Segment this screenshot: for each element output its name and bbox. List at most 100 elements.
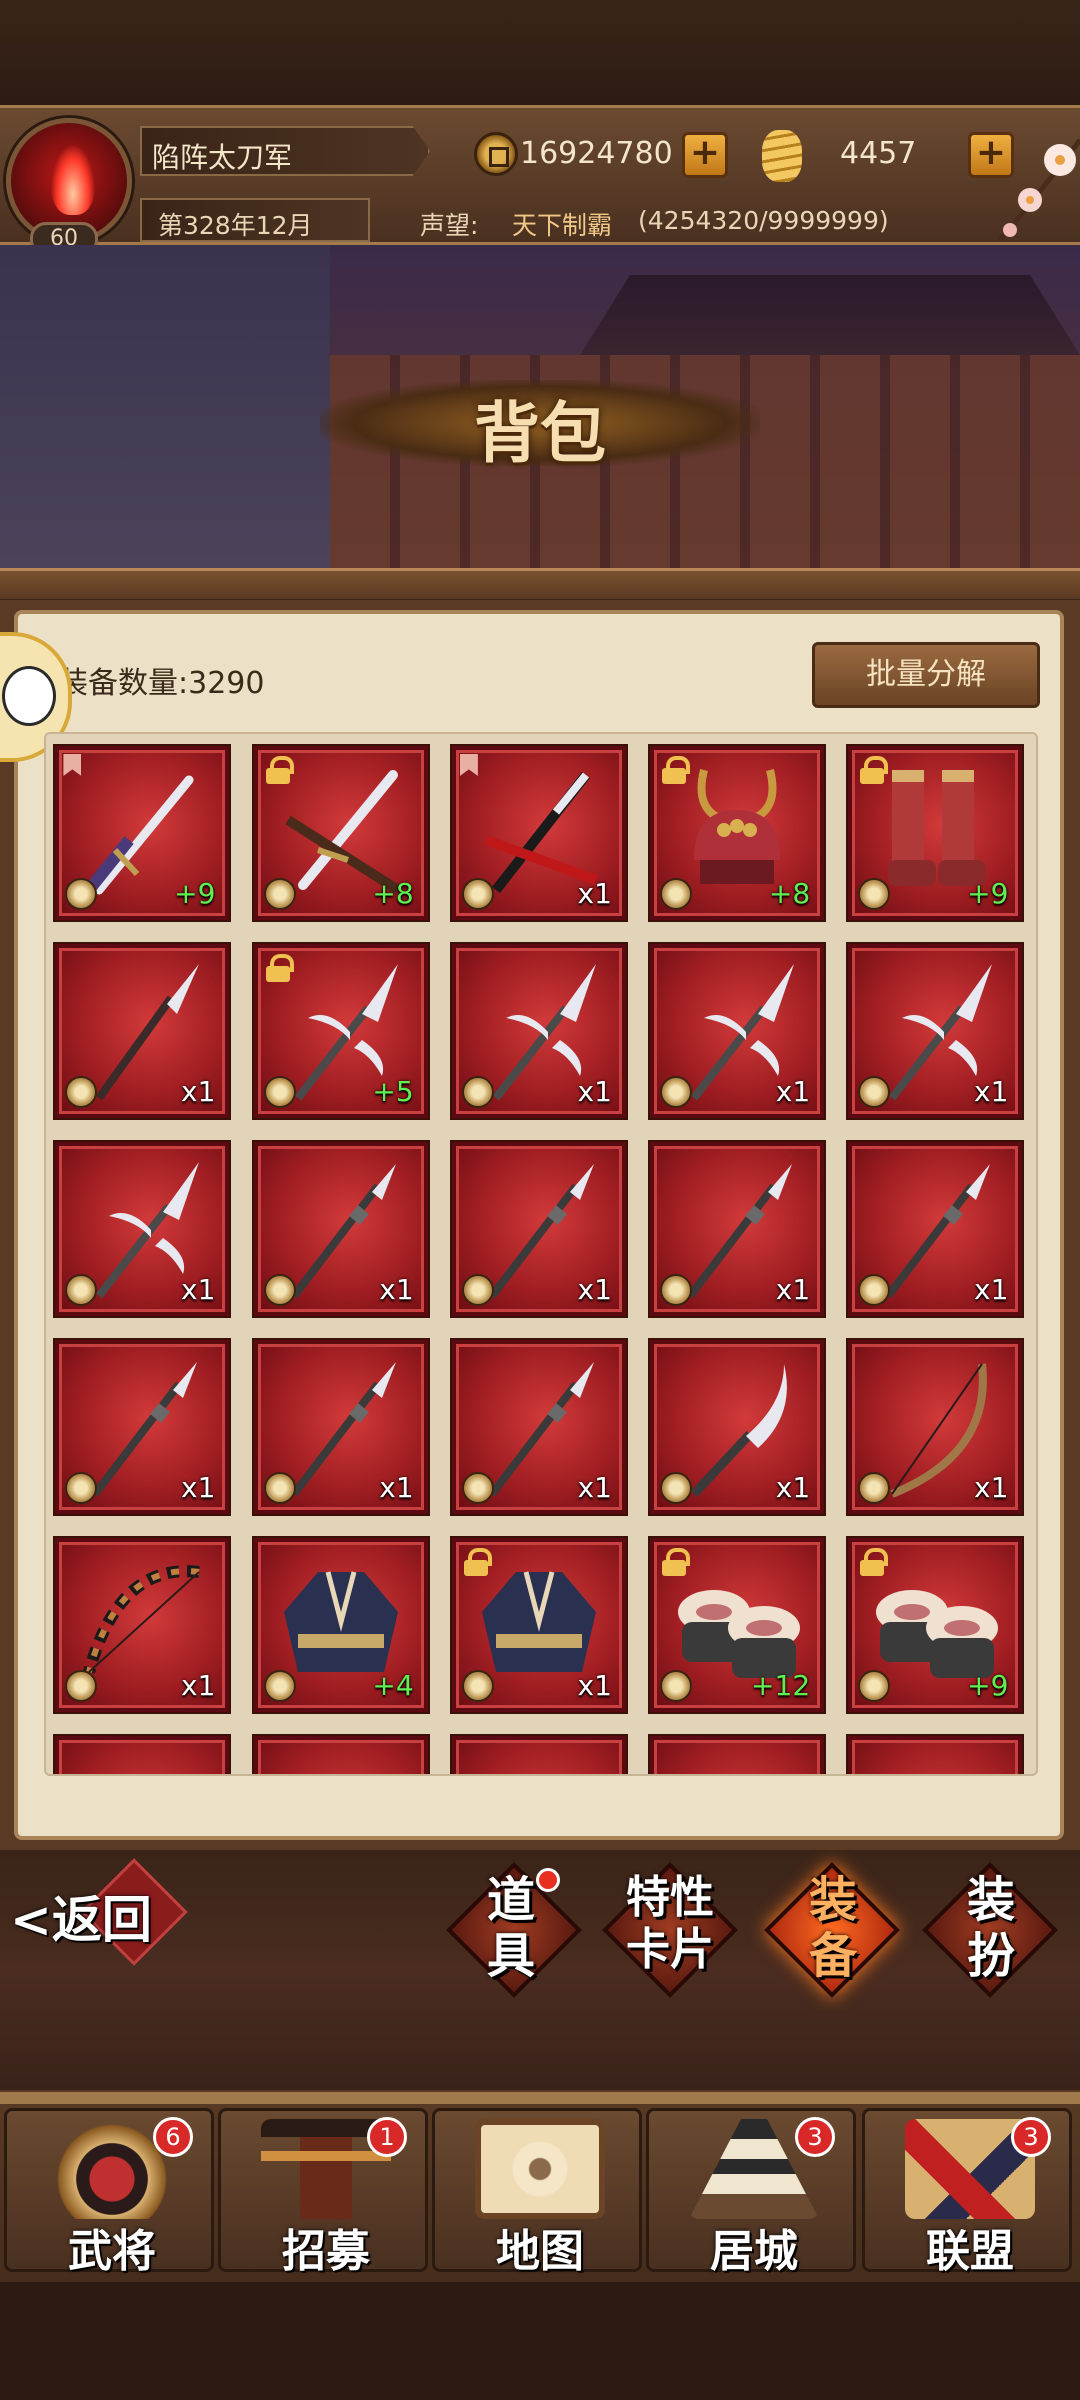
nav-badge: 1: [367, 2117, 407, 2157]
item-grid: +9 +8 x1 +8 +9 x1 +5 x1 x1 x1 x1 x1 x1 x1 x1 x1 x1 x1 x1 x1…: [44, 732, 1038, 1776]
inventory-slot[interactable]: [848, 1736, 1023, 1774]
inventory-slot[interactable]: x1: [253, 1142, 428, 1316]
item-quantity: +9: [967, 877, 1009, 910]
item-quantity: x1: [379, 1273, 414, 1306]
rank-emblem-icon: [660, 1274, 693, 1306]
inventory-slot[interactable]: +8: [253, 746, 428, 920]
item-quantity: +4: [372, 1669, 414, 1702]
nav-label: 招募: [282, 2226, 370, 2277]
rank-emblem-icon: [461, 1076, 494, 1108]
rank-emblem-icon: [660, 1076, 693, 1108]
top-bar: [0, 0, 1080, 105]
inventory-slot[interactable]: x1: [451, 746, 626, 920]
item-quantity: x1: [577, 1669, 612, 1702]
rank-emblem-icon: [461, 1472, 494, 1504]
rank-emblem-icon: [461, 878, 494, 910]
item-quantity: x1: [181, 1471, 216, 1504]
nav-map[interactable]: 地图: [432, 2108, 642, 2277]
gold-ingot-icon: [762, 130, 802, 182]
inventory-slot[interactable]: x1: [848, 1142, 1023, 1316]
reputation-title: 天下制霸: [512, 211, 613, 240]
item-quantity: x1: [577, 877, 612, 910]
item-quantity: +9: [174, 877, 216, 910]
item-quantity: x1: [181, 1273, 216, 1306]
gold-count: 4457: [840, 136, 917, 171]
nav-castle[interactable]: 居城 3: [646, 2108, 856, 2277]
rank-emblem-icon: [660, 1670, 693, 1702]
inventory-slot[interactable]: +4: [253, 1538, 428, 1712]
inventory-slot[interactable]: x1: [848, 944, 1023, 1118]
page-title: 背包: [474, 394, 606, 472]
lock-icon: [860, 756, 889, 784]
item-quantity: x1: [775, 1075, 811, 1108]
item-quantity: x1: [181, 1075, 216, 1108]
batch-dismantle-button[interactable]: 批量分解: [812, 642, 1040, 708]
item-quantity: +12: [751, 1669, 811, 1702]
tab-label: 特性卡片: [626, 1872, 714, 1975]
inventory-slot[interactable]: x1: [253, 1340, 428, 1514]
player-name: 陷阵太刀军: [152, 141, 293, 174]
tab-trait-cards[interactable]: 特性卡片: [600, 1860, 740, 2000]
bottom-strip: [0, 2282, 1080, 2400]
lock-icon: [662, 756, 691, 784]
item-quantity: x1: [775, 1471, 811, 1504]
nav-badge: 6: [153, 2117, 193, 2157]
inventory-slot[interactable]: [55, 1736, 230, 1774]
item-quantity: x1: [577, 1075, 612, 1108]
nav-badge: 3: [795, 2117, 835, 2157]
inventory-slot[interactable]: x1: [55, 944, 230, 1118]
back-button[interactable]: <返回: [10, 1880, 152, 1952]
lock-icon: [265, 756, 294, 784]
nav-badge: 3: [1011, 2117, 1051, 2157]
inventory-slot[interactable]: [650, 1736, 825, 1774]
inventory-slot[interactable]: +9: [848, 746, 1023, 920]
inventory-slot[interactable]: x1: [451, 1142, 626, 1316]
item-quantity: x1: [379, 1471, 414, 1504]
item-quantity: x1: [974, 1471, 1009, 1504]
inventory-slot[interactable]: x1: [55, 1538, 230, 1712]
item-quantity: +5: [372, 1075, 414, 1108]
rank-emblem-icon: [461, 1274, 494, 1306]
rank-emblem-icon: [660, 878, 693, 910]
inventory-slot[interactable]: x1: [451, 944, 626, 1118]
inventory-slot[interactable]: [451, 1736, 626, 1774]
inventory-slot[interactable]: +5: [253, 944, 428, 1118]
inventory-slot[interactable]: +12: [650, 1538, 825, 1712]
inventory-slot[interactable]: +9: [55, 746, 230, 920]
inventory-slot[interactable]: x1: [451, 1340, 626, 1514]
inventory-slot[interactable]: x1: [55, 1340, 230, 1514]
reputation-label: 声望:: [420, 211, 479, 240]
inventory-slot[interactable]: x1: [650, 944, 825, 1118]
item-quantity: x1: [577, 1273, 612, 1306]
nav-generals[interactable]: 武将 6: [4, 2108, 214, 2277]
inventory-slot[interactable]: +8: [650, 746, 825, 920]
nav-recruit[interactable]: 招募 1: [218, 2108, 428, 2277]
inventory-slot[interactable]: x1: [451, 1538, 626, 1712]
rank-emblem-icon: [461, 1670, 494, 1702]
inventory-slot[interactable]: x1: [650, 1340, 825, 1514]
equipment-count: 装备数量:3290: [58, 666, 265, 701]
inventory-slot[interactable]: +9: [848, 1538, 1023, 1712]
tab-outfits[interactable]: 装扮: [920, 1860, 1060, 2000]
tab-items[interactable]: 道具: [444, 1860, 584, 2000]
rank-emblem-icon: [263, 1076, 296, 1108]
inventory-slot[interactable]: [253, 1736, 428, 1774]
tab-equipment[interactable]: 装备: [762, 1860, 902, 2000]
map-scroll-icon: [475, 2119, 605, 2219]
rank-emblem-icon: [660, 1472, 693, 1504]
lock-icon: [265, 954, 294, 982]
lock-icon: [463, 1548, 492, 1576]
inventory-slot[interactable]: x1: [55, 1142, 230, 1316]
nav-label: 居城: [710, 2226, 798, 2277]
ornament-divider: [0, 568, 1080, 602]
item-quantity: x1: [181, 1669, 216, 1702]
add-coins-button[interactable]: +: [682, 132, 728, 178]
item-quantity: +8: [768, 877, 811, 910]
notification-dot: [536, 1868, 560, 1892]
inventory-slot[interactable]: x1: [848, 1340, 1023, 1514]
reputation-progress: (4254320/9999999): [638, 206, 889, 235]
nav-alliance[interactable]: 联盟 3: [862, 2108, 1072, 2277]
inventory-slot[interactable]: x1: [650, 1142, 825, 1316]
tab-label: 装扮: [966, 1872, 1015, 1984]
nav-divider: [0, 2092, 1080, 2104]
